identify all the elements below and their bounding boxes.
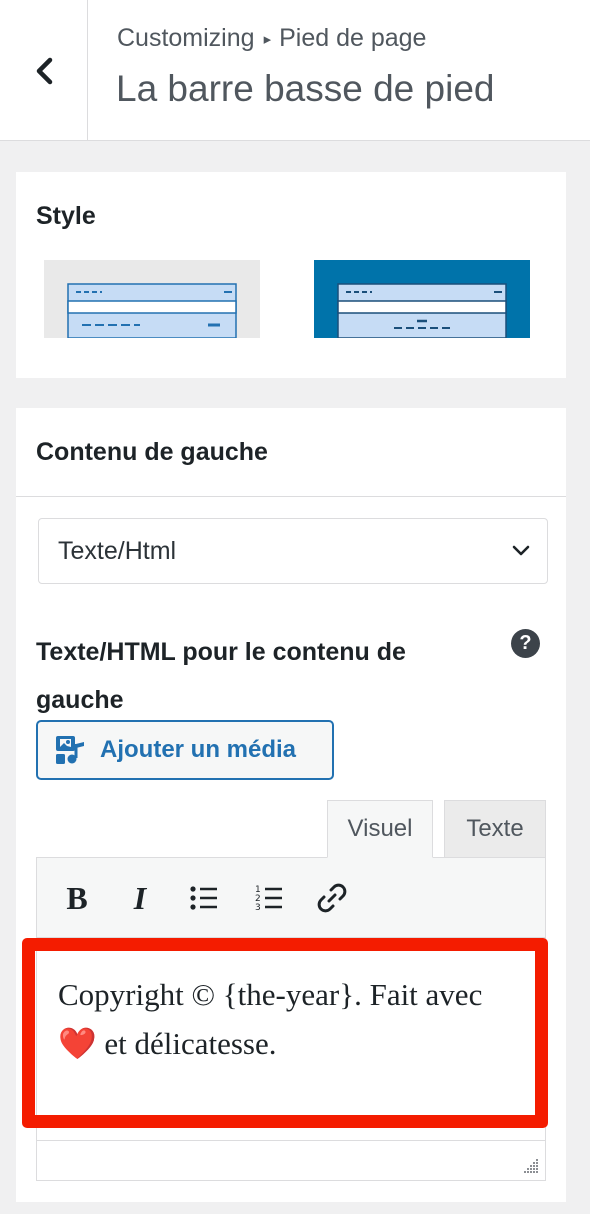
resize-handle-icon[interactable] (523, 1158, 539, 1174)
page-title: La barre basse de pied (116, 68, 495, 109)
back-button[interactable] (0, 0, 88, 141)
bullet-list-button[interactable] (184, 878, 224, 918)
help-icon[interactable]: ? (511, 629, 540, 658)
add-media-label: Ajouter un média (100, 736, 297, 763)
section-divider (16, 496, 566, 497)
tab-visuel[interactable]: Visuel (327, 800, 433, 858)
media-icon (56, 736, 84, 764)
select-value: Texte/Html (58, 536, 177, 565)
tab-texte[interactable]: Texte (444, 800, 546, 858)
chevron-left-icon (36, 57, 52, 84)
add-media-button[interactable]: Ajouter un média (36, 720, 334, 780)
svg-text:3: 3 (255, 903, 261, 913)
section-heading: Contenu de gauche (36, 438, 268, 466)
layout-dark-thumbnail (337, 283, 507, 339)
editor-toolbar: B I 1 2 3 (37, 858, 545, 938)
breadcrumb-root: Customizing (117, 24, 255, 52)
field-label: Texte/HTML pour le contenu de gauche (36, 638, 406, 714)
text-editor: B I 1 2 3 Copyright © {the-year}. Fait a… (36, 857, 546, 1181)
editor-content-area[interactable]: Copyright © {the-year}. Fait avec ❤️ et … (37, 938, 545, 1138)
editor-text: Copyright © {the-year}. Fait avec ❤️ et … (58, 977, 483, 1061)
content-type-select[interactable]: Texte/Html (38, 518, 548, 584)
style-heading: Style (36, 202, 96, 230)
left-content-panel: Contenu de gauche Texte/Html Texte/HTML … (16, 408, 566, 1202)
breadcrumb-separator: ▸ (263, 30, 272, 48)
layout-light-thumbnail (67, 283, 237, 339)
layout-option-light[interactable] (44, 260, 260, 339)
bold-button[interactable]: B (57, 878, 97, 918)
breadcrumb-section: Pied de page (279, 24, 427, 52)
chevron-down-icon (512, 545, 530, 556)
link-icon (317, 883, 347, 913)
layout-option-dark[interactable] (314, 260, 530, 339)
numbered-list-button[interactable]: 1 2 3 (249, 878, 289, 918)
link-button[interactable] (312, 878, 352, 918)
breadcrumb: Customizing ▸ Pied de page (117, 24, 426, 53)
numbered-list-icon: 1 2 3 (255, 885, 282, 913)
customizer-header: Customizing ▸ Pied de page La barre bass… (0, 0, 590, 141)
bullet-list-icon (190, 886, 217, 910)
style-panel: Style (16, 172, 566, 378)
editor-status-bar (37, 1140, 545, 1180)
italic-button[interactable]: I (120, 878, 160, 918)
